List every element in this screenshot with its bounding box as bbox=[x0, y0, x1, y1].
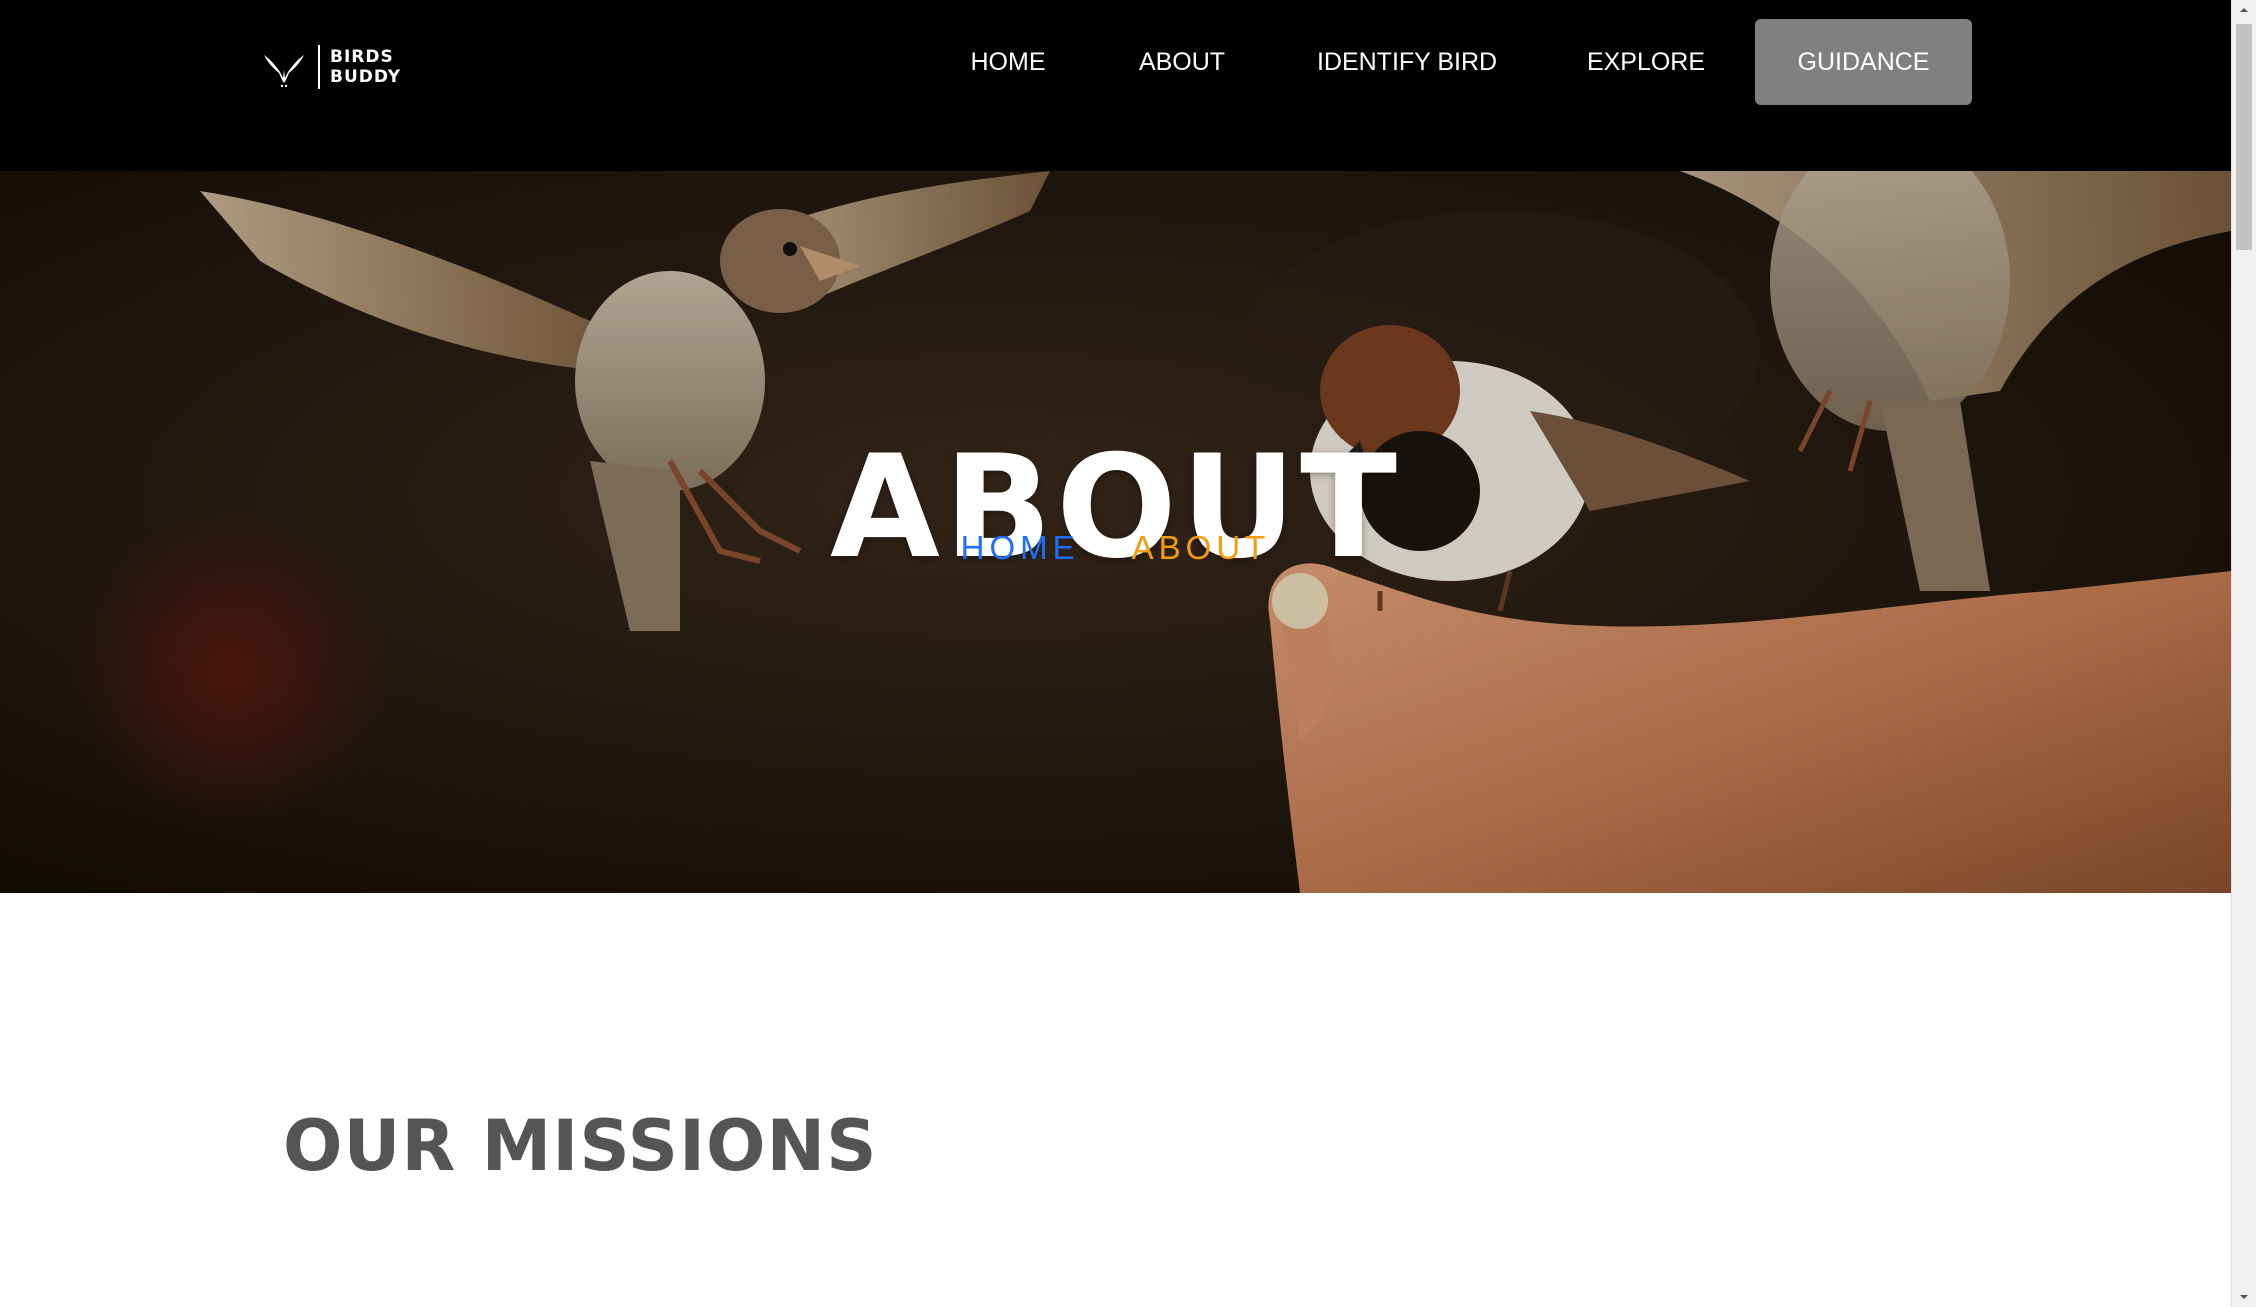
vertical-scrollbar[interactable] bbox=[2231, 0, 2256, 1307]
nav-home[interactable]: HOME bbox=[945, 19, 1071, 105]
scroll-down-arrow-icon[interactable] bbox=[2232, 1287, 2256, 1307]
breadcrumb-home-link[interactable]: HOME bbox=[961, 529, 1080, 566]
breadcrumb-separator: - bbox=[1097, 529, 1114, 566]
main-nav: HOME ABOUT IDENTIFY BIRD EXPLORE GUIDANC… bbox=[0, 19, 2231, 105]
scrollbar-thumb[interactable] bbox=[2236, 24, 2252, 250]
site-header: BIRDS BUDDY HOME ABOUT IDENTIFY BIRD EXP… bbox=[0, 0, 2231, 171]
section-title: OUR MISSIONS bbox=[283, 1105, 878, 1188]
breadcrumb: HOME - ABOUT bbox=[0, 528, 2231, 568]
nav-about[interactable]: ABOUT bbox=[1116, 19, 1248, 105]
breadcrumb-current: ABOUT bbox=[1131, 529, 1271, 566]
scroll-up-arrow-icon[interactable] bbox=[2232, 0, 2256, 20]
nav-identify-bird[interactable]: IDENTIFY BIRD bbox=[1300, 19, 1514, 105]
nav-guidance-button[interactable]: GUIDANCE bbox=[1755, 19, 1972, 105]
nav-explore[interactable]: EXPLORE bbox=[1568, 19, 1724, 105]
page: BIRDS BUDDY HOME ABOUT IDENTIFY BIRD EXP… bbox=[0, 0, 2231, 1307]
hero-banner: ABOUT HOME - ABOUT bbox=[0, 171, 2231, 893]
